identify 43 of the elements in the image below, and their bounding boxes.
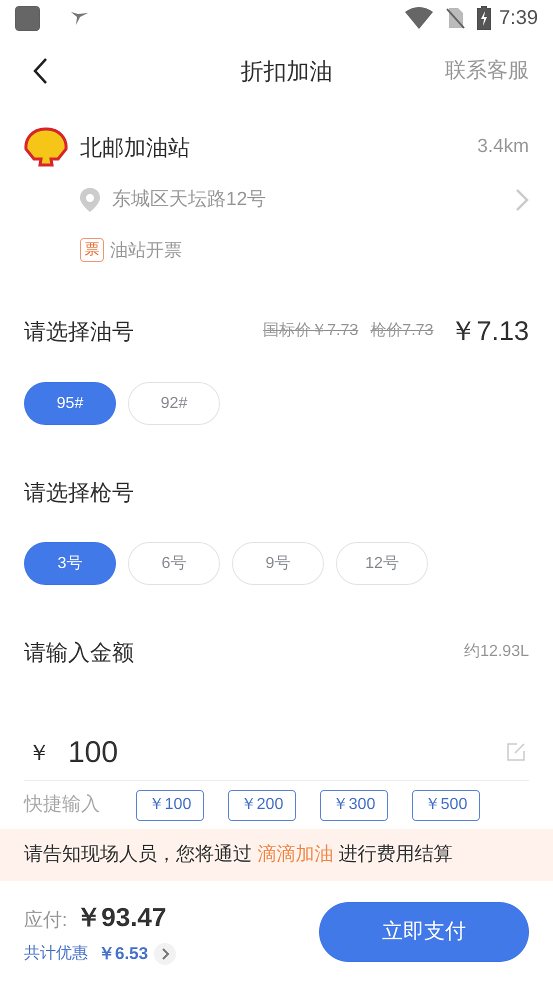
currency-symbol: ￥ <box>28 738 50 766</box>
quick-amount-button[interactable]: ￥200 <box>228 790 296 820</box>
chevron-right-icon[interactable] <box>154 942 176 964</box>
option-chip[interactable]: 3号 <box>24 542 116 585</box>
quick-amount-button[interactable]: ￥500 <box>412 790 480 820</box>
invoice-badge: 票 <box>80 238 104 262</box>
liters-estimate: 约12.93L <box>464 642 529 662</box>
station-distance: 3.4km <box>477 134 529 159</box>
settlement-notice: 请告知现场人员，您将通过 滴滴加油 进行费用结算 <box>0 829 553 881</box>
pay-button[interactable]: 立即支付 <box>319 902 529 962</box>
option-chip[interactable]: 6号 <box>128 542 220 585</box>
app-icon <box>15 6 40 30</box>
option-chip[interactable]: 9号 <box>232 542 324 585</box>
contact-service-link[interactable]: 联系客服 <box>445 55 529 87</box>
quick-input-label: 快捷输入 <box>24 792 100 817</box>
no-sim-icon <box>445 7 466 29</box>
section-heading: 请输入金额 <box>24 638 134 666</box>
bird-icon <box>70 9 90 27</box>
due-amount: ￥93.47 <box>75 900 166 934</box>
section-heading: 请选择枪号 <box>24 478 134 506</box>
option-chip[interactable]: 12号 <box>336 542 428 585</box>
option-chip[interactable]: 92# <box>128 382 220 425</box>
national-price: 国标价￥7.73 <box>263 321 358 341</box>
page-title: 折扣加油 <box>240 56 332 86</box>
back-icon[interactable] <box>32 57 48 85</box>
location-pin-icon <box>80 188 100 212</box>
discount-amount: ￥6.53 <box>98 942 148 965</box>
discount-price: ￥7.13 <box>449 314 529 348</box>
quick-amount-button[interactable]: ￥300 <box>320 790 388 820</box>
station-address: 东城区天坛路12号 <box>112 188 266 212</box>
wifi-icon <box>405 7 434 29</box>
battery-icon <box>477 6 492 30</box>
section-heading: 请选择油号 <box>24 318 134 346</box>
amount-field[interactable]: 100 <box>68 730 507 774</box>
station-logo-icon <box>24 127 68 167</box>
quick-amount-button[interactable]: ￥100 <box>136 790 204 820</box>
discount-label: 共计优惠 <box>24 944 88 964</box>
due-label: 应付: <box>24 908 68 933</box>
clock: 7:39 <box>499 6 538 31</box>
option-chip[interactable]: 95# <box>24 382 116 425</box>
invoice-label: 油站开票 <box>110 238 182 262</box>
station-name: 北邮加油站 <box>80 134 190 162</box>
pump-price: 枪价7.73 <box>370 321 434 341</box>
